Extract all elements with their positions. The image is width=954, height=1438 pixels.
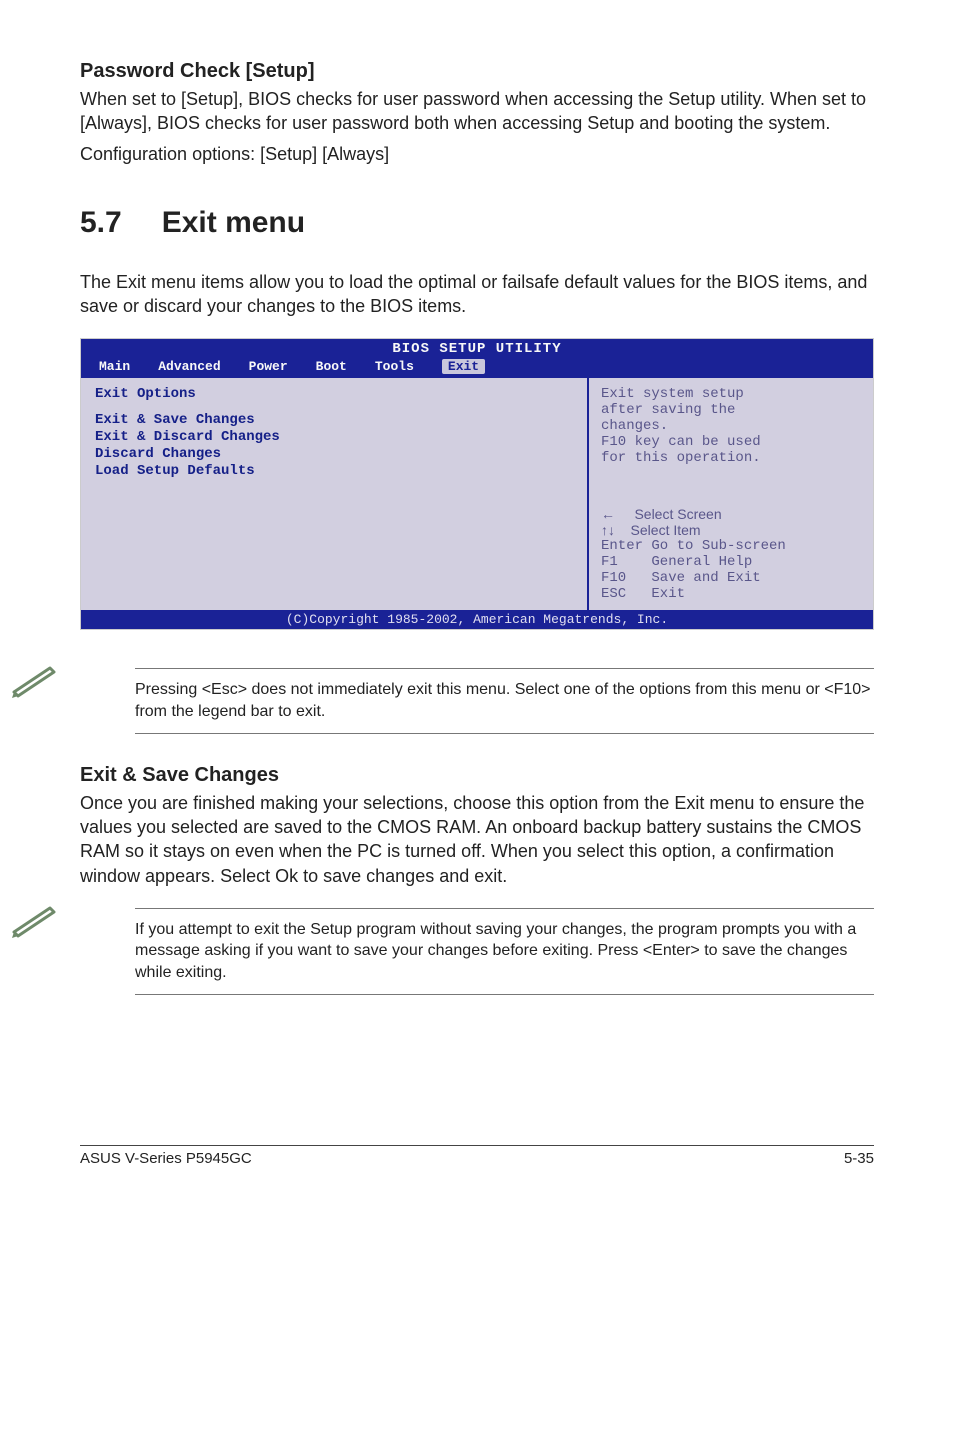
bios-menu-exit[interactable]: Exit — [442, 359, 485, 374]
bios-menu-advanced[interactable]: Advanced — [158, 359, 220, 374]
bios-item-exit-save[interactable]: Exit & Save Changes — [95, 412, 573, 428]
footer-product: ASUS V-Series P5945GC — [80, 1150, 252, 1167]
bios-menu-boot[interactable]: Boot — [316, 359, 347, 374]
bios-exit-options-title: Exit Options — [95, 386, 573, 402]
bios-key-line: ↑↓ Select Item — [601, 522, 861, 538]
bios-menu-bar: Main Advanced Power Boot Tools Exit — [81, 357, 873, 378]
note-icon — [10, 894, 65, 945]
bios-key-line: ← Select Screen — [601, 506, 861, 522]
footer-page-number: 5-35 — [844, 1150, 874, 1167]
page-footer: ASUS V-Series P5945GC 5-35 — [80, 1145, 874, 1167]
chapter-title: Exit menu — [162, 206, 305, 239]
bios-window: BIOS SETUP UTILITY Main Advanced Power B… — [80, 338, 874, 630]
password-check-body: When set to [Setup], BIOS checks for use… — [80, 87, 874, 136]
bios-left-pane: Exit Options Exit & Save Changes Exit & … — [81, 378, 589, 610]
bios-key-line: F10 Save and Exit — [601, 570, 861, 586]
bios-help-line: after saving the — [601, 402, 861, 418]
note-exit-without-save: If you attempt to exit the Setup program… — [135, 908, 874, 995]
password-check-heading: Password Check [Setup] — [80, 60, 874, 83]
chapter-number: 5.7 — [80, 206, 122, 240]
bios-key-line: ESC Exit — [601, 586, 861, 602]
bios-item-discard[interactable]: Discard Changes — [95, 446, 573, 462]
bios-help-line: F10 key can be used — [601, 434, 861, 450]
bios-item-exit-discard[interactable]: Exit & Discard Changes — [95, 429, 573, 445]
bios-key-line: F1 General Help — [601, 554, 861, 570]
bios-right-pane: Exit system setup after saving the chang… — [589, 378, 873, 610]
bios-menu-tools[interactable]: Tools — [375, 359, 414, 374]
bios-help-line: Exit system setup — [601, 386, 861, 402]
exit-save-heading: Exit & Save Changes — [80, 764, 874, 787]
bios-help-line: changes. — [601, 418, 861, 434]
exit-save-body: Once you are finished making your select… — [80, 791, 874, 888]
bios-copyright: (C)Copyright 1985-2002, American Megatre… — [81, 610, 873, 629]
chapter-intro: The Exit menu items allow you to load th… — [80, 270, 874, 319]
bios-key-line: Enter Go to Sub-screen — [601, 538, 861, 554]
chapter-heading: 5.7 Exit menu — [80, 206, 874, 240]
bios-item-load-defaults[interactable]: Load Setup Defaults — [95, 463, 573, 479]
bios-help-text: Exit system setup after saving the chang… — [601, 386, 861, 506]
bios-help-line: for this operation. — [601, 450, 861, 466]
note-esc: Pressing <Esc> does not immediately exit… — [135, 668, 874, 733]
bios-menu-power[interactable]: Power — [249, 359, 288, 374]
password-check-config: Configuration options: [Setup] [Always] — [80, 142, 874, 166]
bios-app-title: BIOS SETUP UTILITY — [81, 339, 873, 357]
bios-menu-main[interactable]: Main — [99, 359, 130, 374]
note-icon — [10, 654, 65, 705]
bios-key-hints: ← Select Screen ↑↓ Select Item Enter Go … — [601, 506, 861, 602]
